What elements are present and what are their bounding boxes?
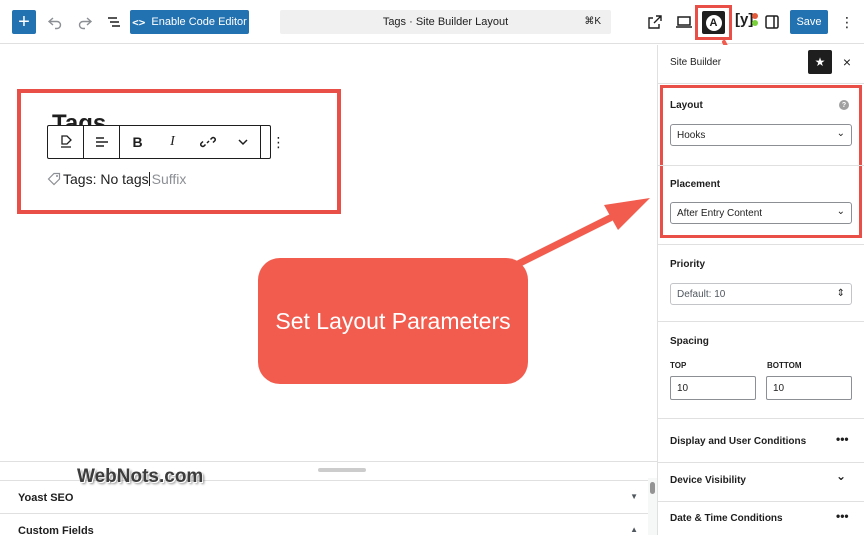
align-button[interactable] <box>84 126 119 158</box>
pin-sidebar-button[interactable]: ★ <box>808 50 832 74</box>
undo-icon <box>47 17 62 30</box>
editor-top-bar: + <> Enable Code Editor Tags · Site Buil… <box>0 0 864 44</box>
astra-site-builder-button[interactable]: A <box>702 11 725 34</box>
placement-label: Placement <box>670 179 721 190</box>
section-options-button[interactable]: ••• <box>836 509 849 523</box>
layout-label: Layout <box>670 100 703 111</box>
site-builder-sidebar: Site Builder ★ × Layout ? Hooks ⌄ Placem… <box>657 45 864 535</box>
settings-sidebar-toggle[interactable] <box>760 10 784 34</box>
divider <box>658 321 864 322</box>
spacing-bottom-input[interactable]: 10 <box>766 376 852 400</box>
site-builder-highlight: A <box>695 5 732 40</box>
astra-logo-icon: A <box>705 14 722 31</box>
yoast-seo-button[interactable]: [y] <box>735 11 758 28</box>
watermark: WebNots.com <box>77 466 204 487</box>
layout-select-value: Hooks <box>677 130 706 141</box>
block-toolbar: B I ⋮ <box>47 125 286 159</box>
list-view-button[interactable] <box>102 10 126 34</box>
post-tags-block[interactable]: Tags: No tags Suffix <box>47 171 186 187</box>
help-icon[interactable]: ? <box>839 100 849 110</box>
yoast-icon: [y] <box>735 11 754 28</box>
block-options-button[interactable]: ⋮ <box>261 126 296 158</box>
callout-box: Set Layout Parameters <box>258 258 528 384</box>
meta-resize-handle[interactable] <box>318 468 366 472</box>
caret-up-icon: ▲ <box>630 525 638 534</box>
spacing-top-input[interactable]: 10 <box>670 376 756 400</box>
chevron-down-icon: ⌄ <box>836 206 845 217</box>
priority-input[interactable]: Default: 10 ⇕ <box>670 283 852 305</box>
external-link-icon <box>648 15 662 29</box>
date-time-conditions-section[interactable]: Date & Time Conditions <box>670 513 783 524</box>
display-user-conditions-section[interactable]: Display and User Conditions <box>670 436 806 447</box>
post-terms-icon <box>60 135 72 148</box>
sidebar-title: Site Builder <box>670 57 722 68</box>
desktop-icon <box>676 16 692 28</box>
divider <box>658 418 864 419</box>
close-sidebar-button[interactable]: × <box>839 52 855 72</box>
document-title: Tags · Site Builder Layout <box>382 16 509 28</box>
layout-select[interactable]: Hooks ⌄ <box>670 124 852 146</box>
more-formats-button[interactable] <box>225 126 260 158</box>
tags-text: Tags: No tags <box>63 171 149 187</box>
enable-code-editor-label: Enable Code Editor <box>151 16 247 28</box>
add-block-button[interactable]: + <box>12 10 36 34</box>
chevron-down-icon[interactable]: ⌄ <box>836 469 846 483</box>
callout-text: Set Layout Parameters <box>275 307 511 334</box>
align-left-icon <box>95 137 108 147</box>
enable-code-editor-button[interactable]: <> Enable Code Editor <box>130 10 249 34</box>
divider <box>658 83 864 84</box>
device-preview-button[interactable] <box>672 10 696 34</box>
meta-scrollbar-thumb[interactable] <box>650 482 655 494</box>
chevron-down-icon: ⌄ <box>836 128 845 139</box>
spacing-top-label: TOP <box>670 361 687 370</box>
link-button[interactable] <box>190 126 225 158</box>
undo-button[interactable] <box>43 10 67 34</box>
spacing-top-value: 10 <box>677 383 689 394</box>
chevron-down-icon <box>237 139 248 146</box>
suffix-placeholder[interactable]: Suffix <box>152 171 187 187</box>
command-shortcut: ⌘K <box>584 16 601 27</box>
priority-value: Default: 10 <box>677 289 726 300</box>
placement-select[interactable]: After Entry Content ⌄ <box>670 202 852 224</box>
placement-select-value: After Entry Content <box>677 208 763 219</box>
stepper-icon: ⇕ <box>836 288 845 299</box>
meta-box-custom-fields[interactable]: Custom Fields ▲ <box>0 513 648 535</box>
redo-icon <box>78 17 93 30</box>
sidebar-icon <box>765 15 779 29</box>
section-options-button[interactable]: ••• <box>836 432 849 446</box>
meta-box-label: Yoast SEO <box>18 492 74 504</box>
star-icon: ★ <box>814 55 826 69</box>
meta-box-label: Custom Fields <box>18 525 94 535</box>
list-view-icon <box>108 17 120 27</box>
block-type-button[interactable] <box>48 126 83 158</box>
divider <box>658 501 864 502</box>
priority-label: Priority <box>670 259 706 270</box>
divider <box>658 244 864 245</box>
caret-down-icon: ▼ <box>630 492 638 501</box>
spacing-label: Spacing <box>670 336 709 347</box>
bold-button[interactable]: B <box>120 126 155 158</box>
yoast-status-dot <box>752 13 758 19</box>
link-icon <box>199 136 216 148</box>
italic-button[interactable]: I <box>155 126 190 158</box>
spacing-bottom-label: BOTTOM <box>767 361 802 370</box>
device-visibility-section[interactable]: Device Visibility <box>670 475 746 486</box>
divider <box>658 165 864 166</box>
yoast-status-dot <box>752 20 758 26</box>
view-post-button[interactable] <box>643 10 667 34</box>
command-palette-bar[interactable]: Tags · Site Builder Layout ⌘K <box>280 10 611 34</box>
options-menu-button[interactable]: ⋮ <box>835 10 859 34</box>
tag-icon <box>47 172 61 186</box>
save-button[interactable]: Save <box>790 10 828 34</box>
text-cursor <box>148 172 150 186</box>
spacing-bottom-value: 10 <box>773 383 785 394</box>
redo-button[interactable] <box>73 10 97 34</box>
divider <box>658 462 864 463</box>
code-icon: <> <box>132 15 146 29</box>
